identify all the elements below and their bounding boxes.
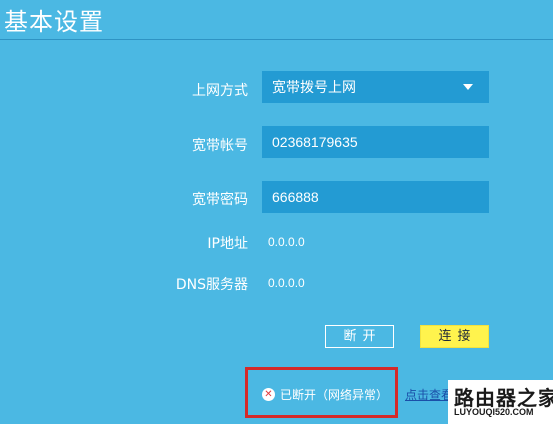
password-label: 宽带密码	[192, 192, 248, 208]
password-value: 666888	[272, 189, 319, 205]
error-icon: ✕	[262, 387, 275, 401]
connection-type-select[interactable]: 宽带拨号上网	[262, 71, 489, 103]
ip-label: IP地址	[207, 236, 248, 252]
account-value: 02368179635	[272, 134, 358, 150]
connection-type-value: 宽带拨号上网	[272, 79, 356, 95]
view-details-link[interactable]: 点击查看	[405, 386, 453, 403]
account-input[interactable]: 02368179635	[262, 126, 489, 158]
connect-button[interactable]: 连接	[420, 325, 489, 348]
page-title: 基本设置	[4, 8, 104, 36]
watermark-url: LUYOUQI520.COM	[454, 407, 534, 417]
account-label: 宽带帐号	[192, 138, 248, 154]
status-text: 已断开（网络异常）	[280, 387, 389, 402]
connection-status: ✕ 已断开（网络异常）	[262, 386, 388, 402]
ip-value: 0.0.0.0	[268, 235, 305, 249]
password-input[interactable]: 666888	[262, 181, 489, 213]
chevron-down-icon[interactable]	[463, 84, 473, 90]
title-divider	[0, 39, 553, 40]
connection-type-label: 上网方式	[192, 83, 248, 99]
watermark-logo: 路由器之家 LUYOUQI520.COM	[448, 380, 553, 424]
dns-value: 0.0.0.0	[268, 276, 305, 290]
disconnect-button[interactable]: 断开	[325, 325, 394, 348]
dns-label: DNS服务器	[175, 277, 248, 293]
